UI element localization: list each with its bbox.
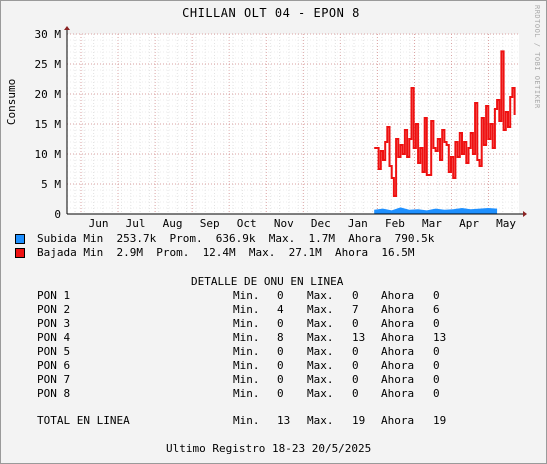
pon-max-label: Max. (307, 373, 334, 386)
pon-min: 4 (277, 303, 284, 316)
pon-min: 0 (277, 345, 284, 358)
pon-min-label: Min. (233, 387, 260, 400)
pon-name: PON 4 (37, 331, 71, 344)
legend-subida-text: Subida Min 253.7k Prom. 636.9k Max. 1.7M… (37, 232, 435, 245)
footer-last-record: Ultimo Registro 18-23 20/5/2025 (166, 442, 372, 455)
graph-panel: CHILLAN OLT 04 - EPON 8 RRDTOOL / TOBI O… (0, 0, 547, 464)
pon-max-label: Max. (307, 303, 334, 316)
pon-max-label: Max. (307, 359, 334, 372)
y-tick-label: 5 M (41, 178, 61, 191)
x-tick-label: May (496, 217, 516, 230)
pon-min: 13 (277, 414, 291, 427)
y-tick-label: 0 (54, 208, 61, 221)
subida-swatch (15, 234, 25, 244)
pon-now-label: Ahora (381, 317, 415, 330)
pon-now-label: Ahora (381, 414, 415, 427)
pon-min-label: Min. (233, 359, 260, 372)
pon-max-label: Max. (307, 331, 334, 344)
bajada-swatch (15, 248, 25, 258)
pon-now: 0 (433, 387, 440, 400)
x-axis-arrow (523, 211, 527, 217)
pon-now: 13 (433, 331, 447, 344)
y-axis-arrow (64, 26, 70, 30)
pon-now-label: Ahora (381, 359, 415, 372)
pon-max: 7 (352, 303, 359, 316)
pon-name: PON 3 (37, 317, 71, 330)
pon-max: 0 (352, 345, 359, 358)
y-tick-label: 15 M (35, 118, 62, 131)
x-tick-label: Aug (163, 217, 183, 230)
pon-min-label: Min. (233, 317, 260, 330)
pon-now-label: Ahora (381, 289, 415, 302)
pon-now: 0 (433, 317, 440, 330)
pon-max: 0 (352, 387, 359, 400)
chart-svg: 0 5 M 10 M 15 M 20 M 25 M 30 M Jun Jul Aug Sep Oct N… (5, 26, 527, 230)
x-tick-label: Nov (274, 217, 294, 230)
legend-bajada: Bajada Min 2.9M Prom. 12.4M Max. 27.1M A… (15, 246, 415, 260)
pon-max: 19 (352, 414, 366, 427)
pon-now-label: Ahora (381, 303, 415, 316)
pon-min: 0 (277, 373, 284, 386)
y-axis-label: Consumo (5, 79, 18, 125)
pon-now: 0 (433, 345, 440, 358)
x-tick-label: Apr (459, 217, 479, 230)
pon-min-label: Min. (233, 373, 260, 386)
y-tick-label: 30 M (35, 28, 62, 41)
pon-min-label: Min. (233, 331, 260, 344)
pon-max: 0 (352, 359, 359, 372)
pon-now-label: Ahora (381, 345, 415, 358)
pon-now: 6 (433, 303, 440, 316)
pon-name: PON 1 (37, 289, 71, 302)
pon-name: PON 7 (37, 373, 71, 386)
pon-name: PON 5 (37, 345, 71, 358)
pon-now-label: Ahora (381, 331, 415, 344)
x-tick-label: Jun (89, 217, 109, 230)
legend-bajada-text: Bajada Min 2.9M Prom. 12.4M Max. 27.1M A… (37, 246, 415, 259)
pon-now-label: Ahora (381, 387, 415, 400)
pon-now-label: Ahora (381, 373, 415, 386)
x-tick-label: Jan (348, 217, 368, 230)
legend-subida: Subida Min 253.7k Prom. 636.9k Max. 1.7M… (15, 232, 434, 246)
pon-max-label: Max. (307, 387, 334, 400)
pon-min: 0 (277, 359, 284, 372)
pon-max: 13 (352, 331, 366, 344)
pon-max-label: Max. (307, 414, 334, 427)
pon-min-label: Min. (233, 345, 260, 358)
pon-max: 0 (352, 373, 359, 386)
pon-max-label: Max. (307, 317, 334, 330)
y-tick-label: 10 M (35, 148, 62, 161)
pon-name: PON 6 (37, 359, 71, 372)
y-tick-label: 20 M (35, 88, 62, 101)
pon-now: 0 (433, 359, 440, 372)
pon-name: PON 2 (37, 303, 71, 316)
pon-min-label: Min. (233, 289, 260, 302)
pon-now: 0 (433, 289, 440, 302)
pon-min: 0 (277, 387, 284, 400)
x-tick-label: Feb (385, 217, 405, 230)
pon-max-label: Max. (307, 289, 334, 302)
pon-min-label: Min. (233, 303, 260, 316)
x-tick-label: Jul (126, 217, 146, 230)
pon-min: 8 (277, 331, 284, 344)
pon-now: 19 (433, 414, 447, 427)
y-tick-label: 25 M (35, 58, 62, 71)
pon-now: 0 (433, 373, 440, 386)
pon-min: 0 (277, 289, 284, 302)
pon-max-label: Max. (307, 345, 334, 358)
pon-max: 0 (352, 317, 359, 330)
detail-title: DETALLE DE ONU EN LINEA (191, 275, 344, 288)
x-tick-label: Mar (422, 217, 442, 230)
pon-max: 0 (352, 289, 359, 302)
pon-name: TOTAL EN LINEA (37, 414, 130, 427)
pon-name: PON 8 (37, 387, 71, 400)
pon-min: 0 (277, 317, 284, 330)
pon-min-label: Min. (233, 414, 260, 427)
x-tick-label: Sep (200, 217, 220, 230)
x-tick-label: Oct (237, 217, 257, 230)
x-tick-label: Dec (311, 217, 331, 230)
